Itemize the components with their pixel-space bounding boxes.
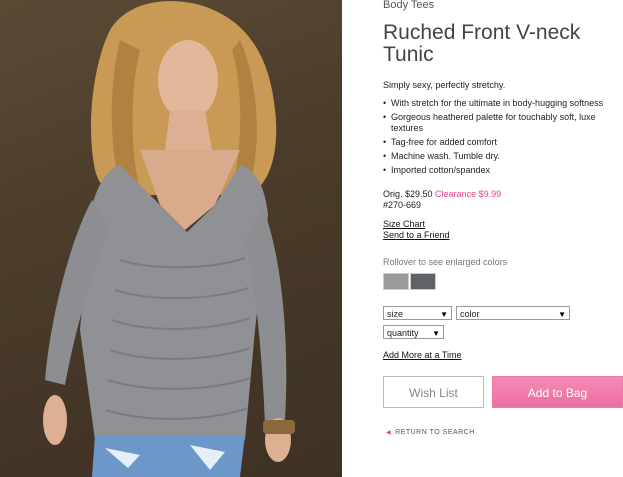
- triangle-left-icon: ◀: [386, 430, 392, 436]
- quantity-select-value: quantity: [387, 328, 419, 338]
- size-select-value: size: [387, 309, 404, 319]
- original-price: Orig. $29.50: [383, 189, 433, 199]
- feature-item: Imported cotton/spandex: [383, 165, 623, 176]
- product-title: Ruched Front V-neck Tunic: [383, 21, 581, 66]
- quantity-select[interactable]: quantity ▼: [383, 325, 444, 339]
- add-more-link[interactable]: Add More at a Time: [383, 350, 462, 360]
- add-to-bag-button[interactable]: Add to Bag: [492, 376, 623, 408]
- product-sku: #270-669: [383, 200, 422, 210]
- feature-list: With stretch for the ultimate in body-hu…: [383, 98, 623, 179]
- chevron-down-icon: ▼: [432, 329, 440, 338]
- color-select[interactable]: color ▼: [456, 306, 570, 320]
- size-chart-link[interactable]: Size Chart: [383, 219, 425, 229]
- size-select[interactable]: size ▼: [383, 306, 452, 320]
- send-to-friend-link[interactable]: Send to a Friend: [383, 230, 450, 240]
- feature-item: Machine wash. Tumble dry.: [383, 151, 623, 162]
- chevron-down-icon: ▼: [558, 310, 566, 319]
- color-select-value: color: [460, 309, 480, 319]
- return-to-search-link[interactable]: ◀ RETURN TO SEARCH: [386, 429, 475, 436]
- chevron-down-icon: ▼: [440, 310, 448, 319]
- feature-item: With stretch for the ultimate in body-hu…: [383, 98, 623, 109]
- rollover-colors-text: Rollover to see enlarged colors: [383, 257, 508, 267]
- color-swatch-light-gray[interactable]: [383, 273, 409, 290]
- breadcrumb[interactable]: Body Tees: [383, 0, 434, 11]
- wish-list-button[interactable]: Wish List: [383, 376, 484, 408]
- model-illustration: [43, 1, 295, 477]
- color-swatch-charcoal[interactable]: [410, 273, 436, 290]
- feature-item: Gorgeous heathered palette for touchably…: [383, 112, 623, 134]
- price-line: Orig. $29.50 Clearance $9.99: [383, 189, 501, 199]
- product-photo: [0, 0, 342, 477]
- feature-item: Tag-free for added comfort: [383, 137, 623, 148]
- clearance-price: Clearance $9.99: [435, 189, 502, 199]
- product-tagline: Simply sexy, perfectly stretchy.: [383, 80, 506, 90]
- return-to-search-label: RETURN TO SEARCH: [395, 429, 475, 436]
